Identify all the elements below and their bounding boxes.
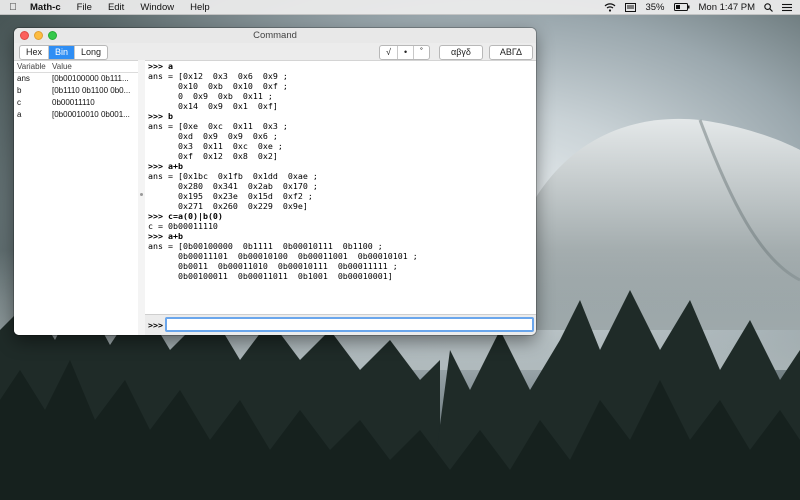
console-output-line: c = 0b00011110: [148, 221, 218, 231]
close-window-button[interactable]: [20, 31, 29, 40]
variables-table-header: Variable Value: [14, 61, 138, 73]
variable-name: c: [17, 98, 21, 107]
variable-value: [0b00010010 0b001...: [52, 110, 130, 119]
variable-row[interactable]: a [0b00010010 0b001...: [14, 109, 138, 121]
value-column-header[interactable]: Value: [52, 61, 138, 72]
console-command-line: >>> a+b: [148, 231, 183, 241]
console-output[interactable]: >>> a ans = [0x12 0x3 0x6 0x9 ; 0x10 0xb …: [145, 60, 536, 315]
console-command-line: >>> b: [148, 111, 173, 121]
variable-value: [0b00100000 0b111...: [52, 74, 129, 83]
console-output-line: 0x10 0xb 0x10 0xf ;: [148, 81, 288, 91]
minimize-window-button[interactable]: [34, 31, 43, 40]
battery-icon[interactable]: [673, 3, 690, 11]
spotlight-search-icon[interactable]: [764, 2, 773, 12]
keyboard-input-icon[interactable]: [625, 2, 637, 12]
variable-value: 0b00011110: [52, 98, 95, 107]
console-output-line: ans = [0x1bc 0x1fb 0x1dd 0xae ;: [148, 171, 318, 181]
menu-clock[interactable]: Mon 1:47 PM: [699, 2, 756, 13]
menu-window[interactable]: Window: [132, 2, 182, 13]
console-command-line: >>> a: [148, 61, 173, 71]
console-output-line: 0b00011101 0b00010100 0b00011001 0b00010…: [148, 251, 418, 261]
variable-column-header[interactable]: Variable: [14, 61, 52, 72]
console-output-line: ans = [0x12 0x3 0x6 0x9 ;: [148, 71, 288, 81]
zoom-window-button[interactable]: [48, 31, 57, 40]
console-output-line: 0xf 0x12 0x8 0x2]: [148, 151, 278, 161]
sqrt-button[interactable]: √: [380, 46, 397, 59]
variable-name: b: [17, 86, 22, 95]
variable-row[interactable]: ans [0b00100000 0b111...: [14, 73, 138, 85]
console-command-line: >>> a+b: [148, 161, 183, 171]
console-output-line: ans = [0b00100000 0b1111 0b00010111 0b11…: [148, 241, 383, 251]
console-output-line: 0x3 0x11 0xc 0xe ;: [148, 141, 283, 151]
operator-segmented-control: √ • ˚: [379, 45, 431, 60]
number-format-segmented-control: Hex Bin Long: [19, 45, 109, 60]
notification-center-icon[interactable]: [782, 3, 792, 12]
console-output-line: 0b0011 0b00011010 0b00010111 0b00011111 …: [148, 261, 398, 271]
command-input[interactable]: [165, 317, 534, 332]
window-title: Command: [253, 30, 297, 41]
console-output-line: 0b00100011 0b00011011 0b1001 0b00010001]: [148, 271, 393, 281]
toolbar: Hex Bin Long √ • ˚ αβγδ ΑΒΓΔ: [14, 43, 536, 60]
apple-menu-icon[interactable]: : [0, 2, 26, 13]
wifi-icon[interactable]: [604, 2, 616, 12]
command-input-bar: >>>: [145, 314, 536, 335]
menu-file[interactable]: File: [69, 2, 100, 13]
console-output-line: 0x280 0x341 0x2ab 0x170 ;: [148, 181, 318, 191]
menu-bar:  Math-c File Edit Window Help 35% Mon 1…: [0, 0, 800, 15]
divider-grip-icon: [140, 193, 143, 196]
window-titlebar[interactable]: Command: [14, 28, 536, 43]
variable-row[interactable]: c 0b00011110: [14, 97, 138, 109]
variable-value: [0b1110 0b1100 0b0...: [52, 86, 131, 95]
variables-table: Variable Value ans [0b00100000 0b111... …: [14, 60, 139, 335]
format-hex-tab[interactable]: Hex: [20, 46, 48, 59]
app-menu[interactable]: Math-c: [26, 2, 69, 13]
menu-help[interactable]: Help: [182, 2, 218, 13]
input-prompt: >>>: [148, 320, 163, 330]
dot-operator-button[interactable]: •: [396, 46, 413, 59]
console-output-line: 0 0x9 0xb 0x11 ;: [148, 91, 273, 101]
console-output-line: 0xd 0x9 0x9 0x6 ;: [148, 131, 278, 141]
console-output-line: 0x271 0x260 0x229 0x9e]: [148, 201, 308, 211]
menu-edit[interactable]: Edit: [100, 2, 132, 13]
greek-uppercase-button[interactable]: ΑΒΓΔ: [489, 45, 533, 60]
console-output-line: 0x195 0x23e 0x15d 0xf2 ;: [148, 191, 313, 201]
command-window: Command Hex Bin Long √ • ˚ αβγδ ΑΒΓΔ Var…: [14, 28, 536, 335]
degree-button[interactable]: ˚: [413, 46, 429, 59]
variable-name: a: [17, 110, 22, 119]
console-command-line: >>> c=a(0)|b(0): [148, 211, 223, 221]
battery-percentage[interactable]: 35%: [645, 2, 664, 13]
variable-name: ans: [17, 74, 30, 83]
console-output-line: 0x14 0x9 0x1 0xf]: [148, 101, 278, 111]
format-long-tab[interactable]: Long: [74, 46, 107, 59]
format-bin-tab[interactable]: Bin: [48, 46, 75, 59]
greek-lowercase-button[interactable]: αβγδ: [439, 45, 483, 60]
console-output-line: ans = [0xe 0xc 0x11 0x3 ;: [148, 121, 288, 131]
variable-row[interactable]: b [0b1110 0b1100 0b0...: [14, 85, 138, 97]
